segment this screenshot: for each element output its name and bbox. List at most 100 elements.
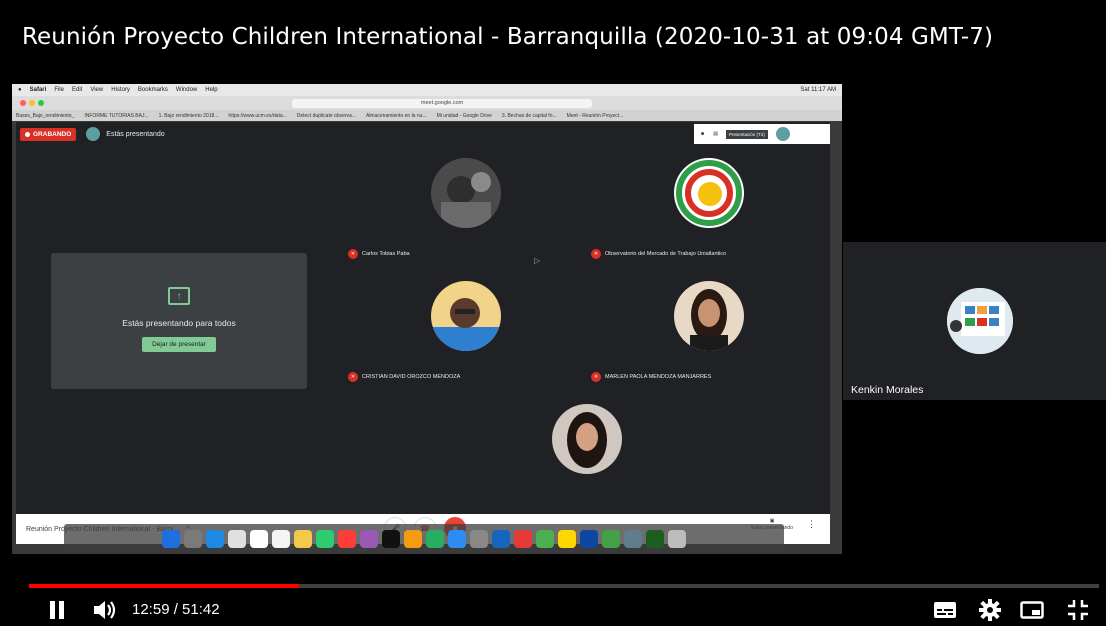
video-player[interactable]: Reunión Proyecto Children International … xyxy=(0,0,1106,626)
bookmark: 3. Bechas de capital fo... xyxy=(501,112,557,119)
presenting-card: ↑ Estás presentando para todos Dejar de … xyxy=(51,253,307,389)
menu-file: File xyxy=(54,87,64,93)
exit-fullscreen-icon xyxy=(1068,600,1088,620)
exit-fullscreen-button[interactable] xyxy=(1064,598,1092,622)
mail-icon xyxy=(228,530,246,548)
participant-name: Kenkin Morales xyxy=(851,384,924,396)
volume-icon xyxy=(94,601,116,619)
pause-icon xyxy=(50,601,64,619)
self-avatar xyxy=(775,127,790,141)
mic-off-icon: ✕ xyxy=(591,249,601,259)
participant-grid: ✕ Carlos Tobias Paba ▷ ✕ Observatorio del … xyxy=(344,144,830,498)
presentation-chip: Presentación (Tú) xyxy=(726,129,768,139)
notes-app-icon xyxy=(558,530,576,548)
participant-avatar xyxy=(673,281,744,351)
chrome-icon xyxy=(536,530,554,548)
minimize-dot-icon xyxy=(29,100,35,106)
finder-icon xyxy=(162,530,180,548)
participant-side-panel: Kenkin Morales xyxy=(843,242,1106,400)
miniplayer-button[interactable] xyxy=(1018,598,1046,622)
participant-name: MARLEN PAOLA MENDOZA MANJARRES xyxy=(605,374,712,380)
word-icon xyxy=(492,530,510,548)
mac-dock xyxy=(64,524,784,554)
calendar-icon xyxy=(250,530,268,548)
menu-window: Window xyxy=(175,87,198,93)
stop-presenting-button[interactable]: Dejar de presentar xyxy=(142,337,216,352)
bookmark: Bases_Bajo_rendimiento_ xyxy=(16,112,75,119)
notes-icon xyxy=(272,530,290,548)
menu-safari: Safari xyxy=(29,87,47,93)
mac-menubar: ● Safari File Edit View History Bookmark… xyxy=(12,84,842,96)
books-icon xyxy=(404,530,422,548)
recording-label: GRABANDO xyxy=(33,130,72,138)
menu-edit: Edit xyxy=(71,87,83,93)
presenter-avatar xyxy=(86,127,101,141)
mac-clock: Sat 11:17 AM xyxy=(800,87,836,93)
meet-window: GRABANDO Estás presentando ☻ ▤ Presentac… xyxy=(16,122,830,514)
participant-avatar xyxy=(551,404,622,474)
whatsapp-icon xyxy=(602,530,620,548)
url-bar: meet.google.com xyxy=(292,98,592,108)
bookmark: Almacenamiento en la nu... xyxy=(365,112,427,119)
video-title: Reunión Proyecto Children International … xyxy=(22,24,994,50)
messages-icon xyxy=(316,530,334,548)
bookmark: https://www.ucm.es/data... xyxy=(228,112,287,119)
music-icon xyxy=(338,530,356,548)
mic-off-icon: ✕ xyxy=(348,249,358,259)
record-dot-icon xyxy=(25,131,30,137)
bookmark: Meet - Reunión Proyect... xyxy=(566,112,624,119)
miniplayer-icon xyxy=(1020,601,1044,619)
bookmark: INFORME TUTORIAS BAJ... xyxy=(84,112,149,119)
photos-icon xyxy=(294,530,312,548)
settings-icon xyxy=(979,599,1001,621)
subtitles-icon xyxy=(934,602,956,618)
participant-avatar xyxy=(673,158,744,228)
mute-button[interactable] xyxy=(90,598,120,622)
more-options-icon: ⋮ xyxy=(807,519,816,529)
participant-avatar xyxy=(430,158,501,228)
mouse-cursor-icon: ▷ xyxy=(534,256,541,265)
apple-icon: ● xyxy=(18,87,22,93)
bookmarks-bar: Bases_Bajo_rendimiento_ INFORME TUTORIAS… xyxy=(12,110,842,121)
participant-name: CRISTIAN DAVID OROZCO MENDOZA xyxy=(362,374,461,380)
participant-tile: ✕ Carlos Tobias Paba xyxy=(344,144,587,267)
participant-tile: ✕ CRISTIAN DAVID OROZCO MENDOZA xyxy=(344,267,587,390)
bookmark: 1. Bajo rendimiento 2018... xyxy=(158,112,219,119)
safari-toolbar: meet.google.com xyxy=(12,96,842,110)
settings-button[interactable] xyxy=(976,597,1004,623)
menu-view: View xyxy=(90,87,104,93)
subtitles-button[interactable] xyxy=(931,598,959,622)
progress-bar[interactable] xyxy=(29,584,1099,588)
preview-icon xyxy=(624,530,642,548)
time-display: 12:59 / 51:42 xyxy=(132,601,220,618)
recorded-screen: ● Safari File Edit View History Bookmark… xyxy=(12,84,842,554)
mic-off-icon: ✕ xyxy=(591,372,601,382)
presenting-label: Estás presentando xyxy=(106,130,165,138)
recording-badge: GRABANDO xyxy=(20,127,77,141)
presenting-for-everyone-text: Estás presentando para todos xyxy=(122,318,236,328)
participant-name: Carlos Tobias Paba xyxy=(362,251,410,257)
participant-tile: ✕ Observatorio del Mercado de Trabajo Uni… xyxy=(587,144,830,267)
trash-icon xyxy=(668,530,686,548)
menu-bookmarks: Bookmarks xyxy=(137,87,168,93)
window-controls xyxy=(20,100,44,106)
podcasts-icon xyxy=(360,530,378,548)
quicktime-icon xyxy=(580,530,598,548)
pause-button[interactable] xyxy=(44,598,70,622)
mic-off-icon: ✕ xyxy=(348,372,358,382)
progress-played xyxy=(29,584,300,588)
system-preferences-icon xyxy=(470,530,488,548)
tv-icon xyxy=(382,530,400,548)
bookmark: Detect duplicate observa... xyxy=(296,112,356,119)
menu-history: History xyxy=(111,87,130,93)
safari-icon xyxy=(206,530,224,548)
meet-top-right-panel: ☻ ▤ Presentación (Tú) xyxy=(694,124,830,144)
powerpoint-icon xyxy=(514,530,532,548)
app-store-icon xyxy=(448,530,466,548)
participant-avatar xyxy=(947,288,1013,354)
people-icon: ☻ xyxy=(700,131,706,137)
player-controls: 12:59 / 51:42 xyxy=(0,592,1106,626)
participant-tile: ✕ MARLEN PAOLA MENDOZA MANJARRES xyxy=(587,267,830,390)
excel-icon xyxy=(646,530,664,548)
participant-avatar xyxy=(430,281,501,351)
